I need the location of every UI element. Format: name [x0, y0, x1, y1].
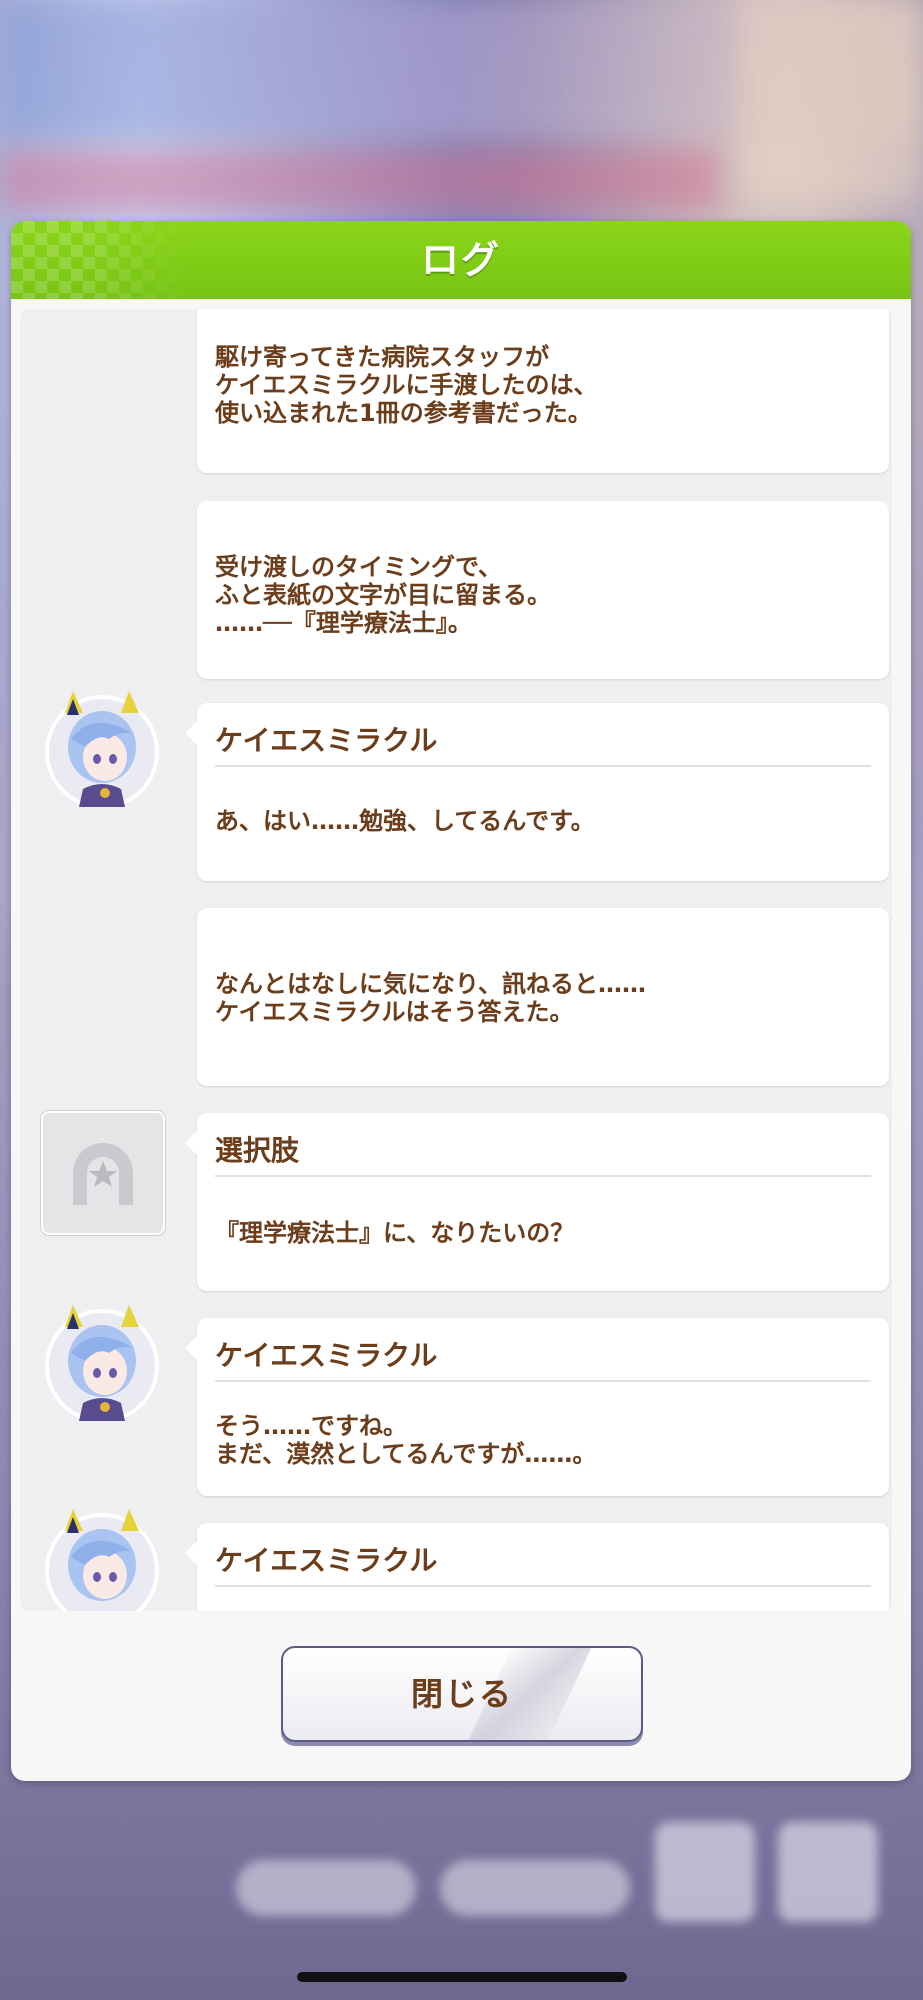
dialogue-bubble: ケイエスミラクル あ、はい……勉強、してるんです。 [185, 703, 889, 881]
background-shape [0, 150, 720, 210]
dialogue-text: そう……ですね。 まだ、漠然としてるんですが……。 [215, 1412, 597, 1468]
name-divider [215, 765, 871, 767]
background-shape [740, 0, 923, 200]
background-log-button [655, 1822, 755, 1922]
background-pill [440, 1860, 630, 1916]
background-game-controls [0, 1760, 923, 2000]
narration-text: なんとはなしに気になり、訊ねると…… ケイエスミラクルはそう答えた。 [215, 970, 647, 1026]
bubble-tail [185, 1541, 197, 1565]
choice-icon-frame [41, 1111, 165, 1235]
narration-text: 受け渡しのタイミングで、 ふと表紙の文字が目に留まる。 ……──『理学療法士』。 [215, 553, 551, 637]
choice-text: 『理学療法士』に、なりたいの？ [215, 1219, 575, 1247]
bubble-tail [185, 721, 197, 745]
narration-bubble: なんとはなしに気になり、訊ねると…… ケイエスミラクルはそう答えた。 [197, 908, 889, 1086]
speaker-name: ケイエスミラクル [215, 724, 438, 757]
dialogue-bubble: ケイエスミラクル [185, 1523, 889, 1611]
bubble-tail [185, 1131, 197, 1155]
speaker-name: ケイエスミラクル [215, 1544, 438, 1577]
name-divider [215, 1175, 871, 1177]
horseshoe-star-icon [73, 1143, 133, 1205]
log-scroll-area[interactable]: 駆け寄ってきた病院スタッフが ケイエスミラクルに手渡したのは、 使い込まれた1冊… [20, 309, 892, 1611]
log-dialog: ログ 駆け寄ってきた病院スタッフが ケイエスミラクルに手渡したのは、 使い込まれ… [11, 221, 911, 1781]
keies-miracle-avatar [45, 1305, 159, 1421]
background-menu-button [778, 1822, 878, 1922]
choice-label: 選択肢 [215, 1134, 300, 1167]
keies-miracle-avatar [45, 1509, 159, 1611]
narration-text: 駆け寄ってきた病院スタッフが ケイエスミラクルに手渡したのは、 使い込まれた1冊… [215, 343, 598, 427]
narration-bubble: 駆け寄ってきた病院スタッフが ケイエスミラクルに手渡したのは、 使い込まれた1冊… [197, 309, 889, 473]
close-button[interactable]: 閉じる [281, 1646, 643, 1742]
speaker-name: ケイエスミラクル [215, 1339, 438, 1372]
dialogue-bubble: ケイエスミラクル そう……ですね。 まだ、漠然としてるんですが……。 [185, 1318, 889, 1496]
dialogue-text: あ、はい……勉強、してるんです。 [215, 807, 595, 835]
dialog-title: ログ [420, 238, 501, 282]
name-divider [215, 1380, 871, 1382]
home-indicator[interactable] [297, 1972, 627, 1982]
dialog-header: ログ [11, 221, 911, 299]
bubble-tail [185, 1336, 197, 1360]
keies-miracle-avatar [45, 691, 159, 807]
name-divider [215, 1585, 871, 1587]
narration-bubble: 受け渡しのタイミングで、 ふと表紙の文字が目に留まる。 ……──『理学療法士』。 [197, 501, 889, 679]
background-skip-pill [236, 1860, 416, 1916]
choice-bubble: 選択肢 『理学療法士』に、なりたいの？ [185, 1113, 889, 1291]
close-button-label: 閉じる [410, 1675, 513, 1713]
